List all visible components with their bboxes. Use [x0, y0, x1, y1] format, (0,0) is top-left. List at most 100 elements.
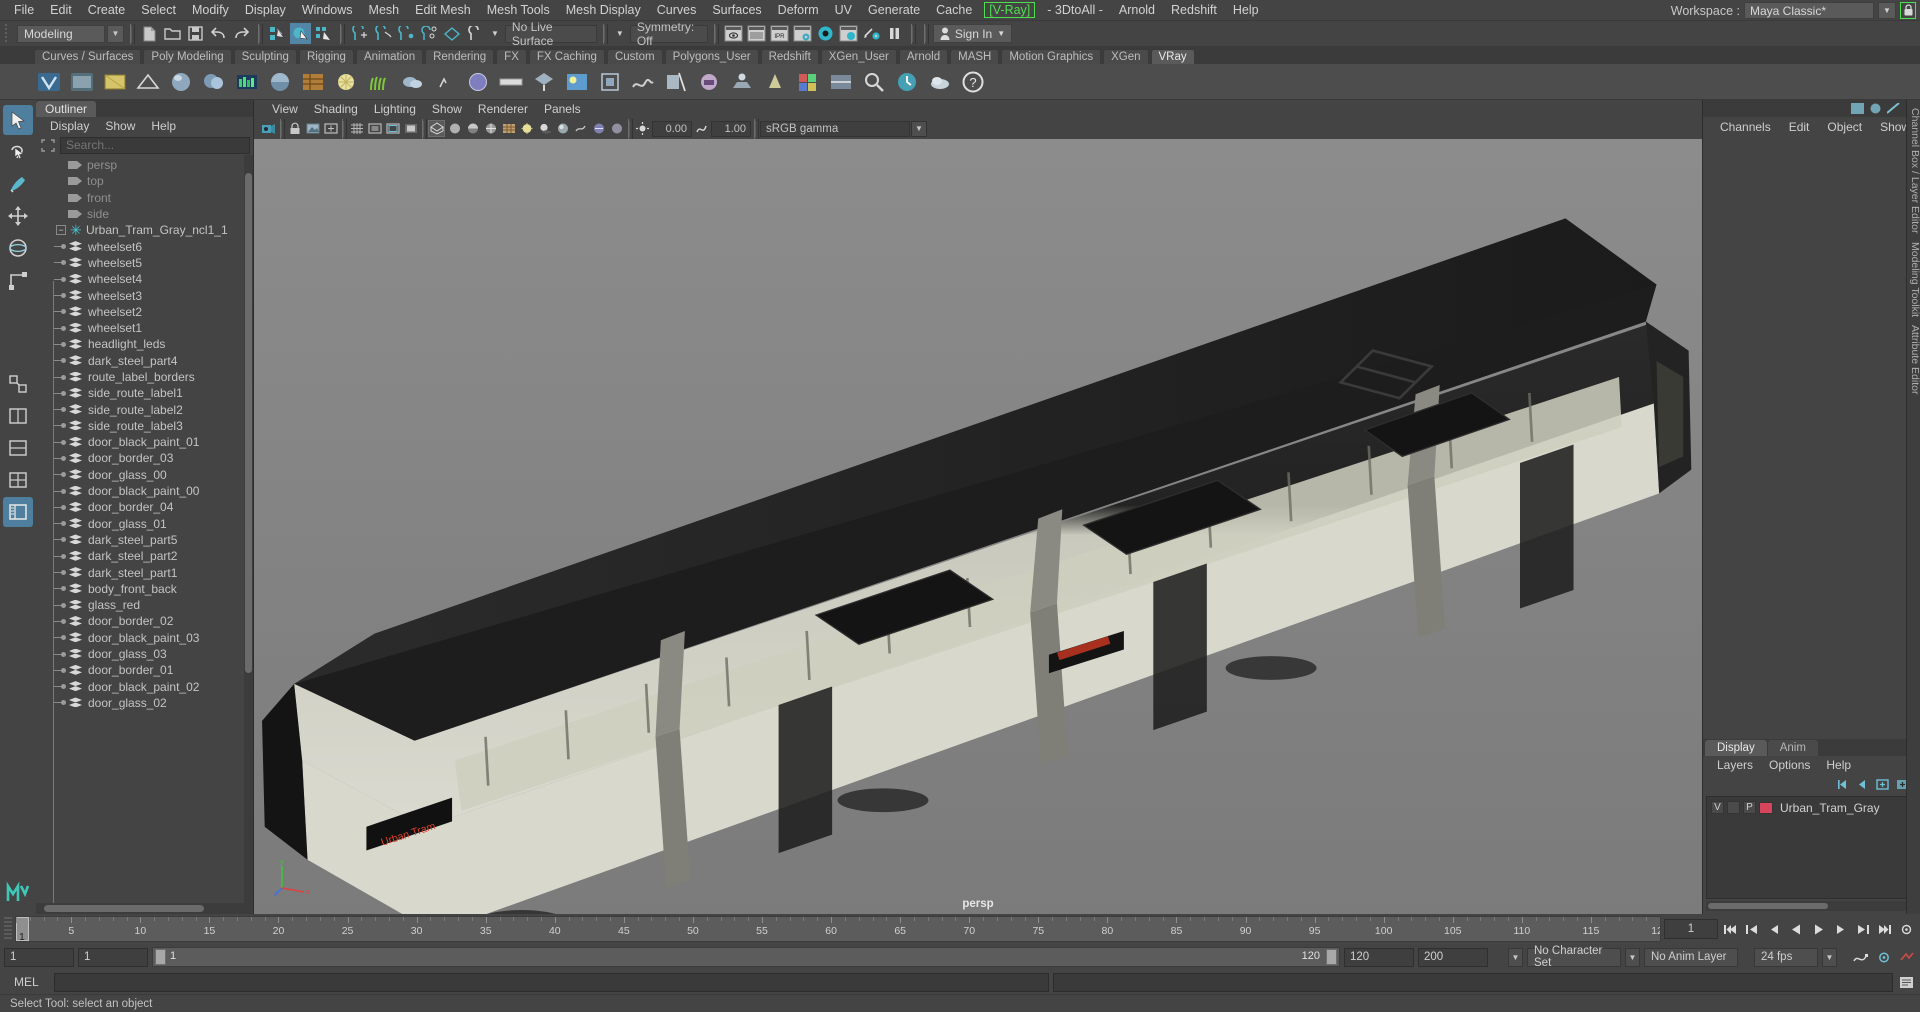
make-live-icon[interactable]	[464, 23, 485, 44]
snap-curve-icon[interactable]	[372, 23, 393, 44]
go-to-start-icon[interactable]	[1721, 919, 1740, 939]
shelf-tab-sculpting[interactable]: Sculpting	[233, 49, 297, 64]
shelf-tab-fx[interactable]: FX	[496, 49, 527, 64]
vray-lut-icon[interactable]	[232, 67, 262, 97]
outliner-item-wheelset3[interactable]: wheelset3	[36, 287, 253, 303]
outliner-tab[interactable]: Outliner	[36, 101, 97, 117]
layout-single-pane-icon[interactable]	[3, 401, 33, 431]
layer-playback-toggle[interactable]	[1727, 801, 1740, 814]
outliner-item-side_route_label2[interactable]: side_route_label2	[36, 401, 253, 417]
vray-sun-icon[interactable]	[331, 67, 361, 97]
layer-prev-icon[interactable]	[1855, 777, 1870, 792]
viewport-menu-lighting[interactable]: Lighting	[366, 101, 424, 117]
menu-item-edit-mesh[interactable]: Edit Mesh	[407, 1, 479, 19]
sign-in-button[interactable]: Sign In ▼	[932, 24, 1013, 43]
menu-item-mesh[interactable]: Mesh	[361, 1, 408, 19]
outliner-item-route_label_borders[interactable]: route_label_borders	[36, 369, 253, 385]
motion-blur-icon[interactable]	[572, 120, 589, 137]
anim-start-field[interactable]: 1	[78, 947, 148, 967]
menu-item-modify[interactable]: Modify	[184, 1, 237, 19]
vray-denoiser-icon[interactable]	[826, 67, 856, 97]
smooth-shade-all-icon[interactable]	[446, 120, 463, 137]
menu-item-help[interactable]: Help	[1225, 1, 1267, 19]
outliner-item-door_black_paint_02[interactable]: door_black_paint_02	[36, 679, 253, 695]
outliner-item-dark_steel_part2[interactable]: dark_steel_part2	[36, 548, 253, 564]
outliner-tree[interactable]: persp top front side − ✳ Urban_Tram_Gray_ncl1_…	[36, 155, 253, 903]
render-setup-icon[interactable]	[838, 23, 859, 44]
render-current-frame-icon[interactable]	[746, 23, 767, 44]
gamma-field[interactable]: 1.00	[711, 120, 751, 137]
animation-preferences-icon[interactable]	[1874, 947, 1893, 967]
undo-icon[interactable]	[208, 23, 229, 44]
outliner-menu-show[interactable]: Show	[97, 118, 143, 134]
step-forward-key-icon[interactable]	[1853, 919, 1872, 939]
shadows-icon[interactable]	[536, 120, 553, 137]
outliner-item-headlight_leds[interactable]: headlight_leds	[36, 336, 253, 352]
vray-material-blend-icon[interactable]	[199, 67, 229, 97]
anim-layer-combo[interactable]: No Anim Layer	[1644, 947, 1738, 967]
search-input[interactable]	[60, 136, 250, 154]
vray-renderer-icon[interactable]	[34, 67, 64, 97]
shelf-tab-curves-surfaces[interactable]: Curves / Surfaces	[34, 49, 142, 64]
menu-item-deform[interactable]: Deform	[770, 1, 827, 19]
menu-item-windows[interactable]: Windows	[294, 1, 361, 19]
outliner-menu-help[interactable]: Help	[143, 118, 184, 134]
use-all-lights-icon[interactable]	[518, 120, 535, 137]
layer-tab-anim[interactable]: Anim	[1767, 740, 1818, 756]
vray-tools-icon[interactable]	[892, 67, 922, 97]
paint-select-tool-icon[interactable]	[3, 169, 33, 199]
workspace-combo[interactable]: Maya Classic*	[1744, 2, 1874, 19]
menu-item-uv[interactable]: UV	[827, 1, 860, 19]
outliner-item-glass_red[interactable]: glass_red	[36, 597, 253, 613]
lasso-select-tool-icon[interactable]	[3, 137, 33, 167]
vray-help-icon[interactable]: ?	[958, 67, 988, 97]
menu-item-curves[interactable]: Curves	[649, 1, 705, 19]
channel-box-icon-2[interactable]	[1869, 103, 1882, 114]
chevron-down-icon[interactable]: ▼	[1878, 2, 1896, 19]
scale-tool-icon[interactable]	[3, 265, 33, 295]
shaded-wireframe-icon[interactable]	[482, 120, 499, 137]
outliner-item-wheelset1[interactable]: wheelset1	[36, 320, 253, 336]
two-d-pan-zoom-icon[interactable]	[322, 120, 339, 137]
vray-cloud-icon[interactable]	[925, 67, 955, 97]
menu-item-display[interactable]: Display	[237, 1, 294, 19]
filter-brackets-icon[interactable]	[39, 137, 57, 153]
menu-item-edit[interactable]: Edit	[42, 1, 80, 19]
outliner-item-door_black_paint_01[interactable]: door_black_paint_01	[36, 434, 253, 450]
outliner-item-root[interactable]: − ✳ Urban_Tram_Gray_ncl1_1	[36, 222, 253, 238]
character-set-chevron-down-icon[interactable]: ▼	[1508, 947, 1523, 967]
playback-options-icon[interactable]	[1897, 919, 1916, 939]
go-to-end-icon[interactable]	[1875, 919, 1894, 939]
anim-layer-chevron-down-icon[interactable]: ▼	[1625, 947, 1640, 967]
vray-wood-texture-icon[interactable]	[298, 67, 328, 97]
viewport-menu-shading[interactable]: Shading	[306, 101, 366, 117]
menu-item-arnold[interactable]: Arnold	[1111, 1, 1163, 19]
menu-item-mesh-tools[interactable]: Mesh Tools	[479, 1, 558, 19]
menu-item-select[interactable]: Select	[133, 1, 184, 19]
outliner-item-wheelset4[interactable]: wheelset4	[36, 271, 253, 287]
channel-box-menu-edit[interactable]: Edit	[1780, 119, 1819, 135]
shelf-tab-rigging[interactable]: Rigging	[298, 49, 354, 64]
select-component-icon[interactable]	[313, 23, 334, 44]
open-scene-icon[interactable]	[162, 23, 183, 44]
select-tool-icon[interactable]	[3, 105, 33, 135]
range-handle-left[interactable]	[155, 949, 166, 965]
vray-plane-icon[interactable]	[496, 67, 526, 97]
layer-horizontal-scrollbar[interactable]	[1706, 901, 1917, 911]
vray-displacement-icon[interactable]	[628, 67, 658, 97]
snap-point-icon[interactable]	[395, 23, 416, 44]
ambient-occlusion-icon[interactable]	[554, 120, 571, 137]
shelf-tab-redshift[interactable]: Redshift	[760, 49, 819, 64]
outliner-item-side_route_label3[interactable]: side_route_label3	[36, 418, 253, 434]
side-tab-modeling-toolkit[interactable]: Modeling Toolkit	[1907, 234, 1920, 317]
toolbar-grip[interactable]	[4, 23, 12, 44]
outliner-item-dark_steel_part4[interactable]: dark_steel_part4	[36, 353, 253, 369]
layer-menu-layers[interactable]: Layers	[1709, 757, 1761, 773]
color-space-chevron-down-icon[interactable]: ▼	[911, 120, 927, 137]
vray-ies-light-icon[interactable]	[760, 67, 790, 97]
symmetry-field[interactable]: Symmetry: Off	[629, 20, 708, 48]
shelf-tab-mash[interactable]: MASH	[950, 49, 1000, 64]
range-end-field[interactable]: 120	[1344, 947, 1414, 967]
live-surface-field[interactable]: No Live Surface	[504, 20, 597, 48]
layer-visibility-toggle[interactable]: V	[1711, 801, 1724, 814]
